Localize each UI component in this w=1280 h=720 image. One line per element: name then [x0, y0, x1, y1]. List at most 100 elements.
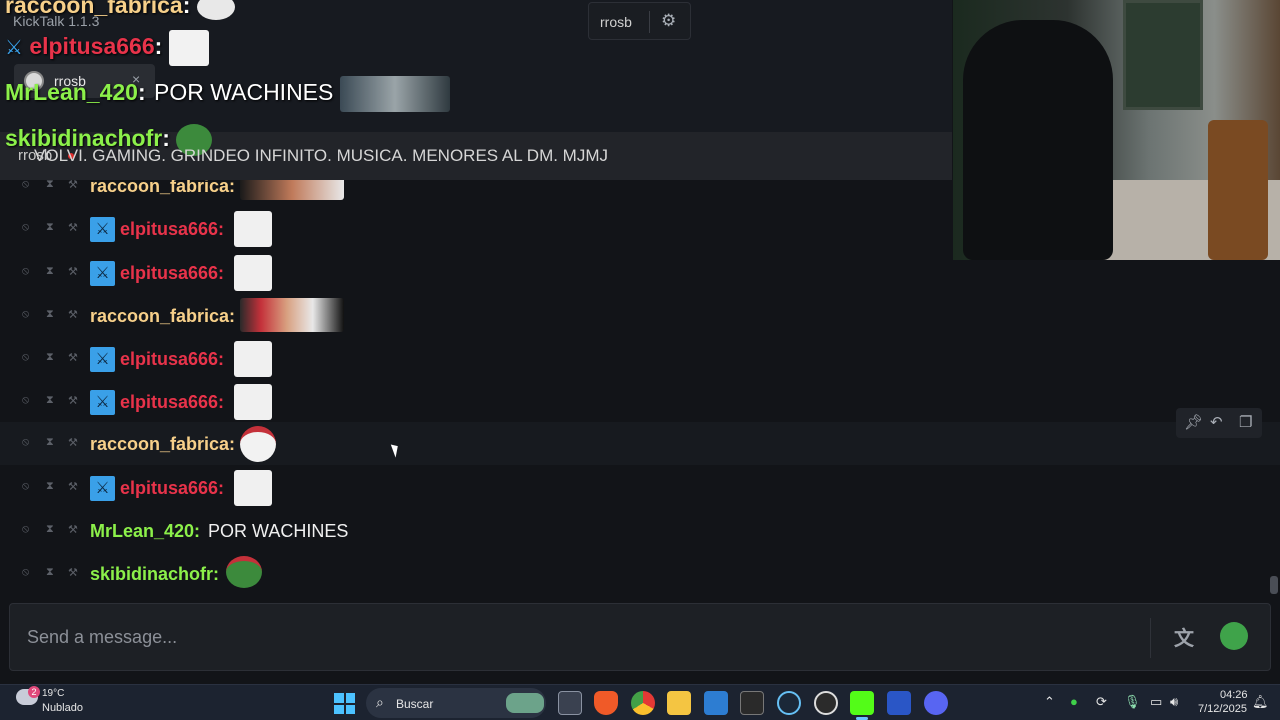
reply-icon[interactable]: ↶	[1210, 413, 1223, 431]
notification-badge: 2	[28, 686, 40, 698]
moderator-badge-icon: ⚔	[90, 390, 115, 415]
app-launcher-icon[interactable]	[887, 691, 911, 715]
chat-scrollbar[interactable]	[1270, 576, 1278, 594]
ban-icon[interactable]: ⦸	[22, 523, 29, 536]
chat-username[interactable]: elpitusa666:	[120, 478, 224, 499]
chat-emote	[226, 556, 262, 588]
task-view-icon[interactable]	[558, 691, 582, 715]
timeout-icon[interactable]: ⧗	[46, 221, 54, 234]
timeout-icon[interactable]: ⧗	[46, 265, 54, 278]
message-actions: 📌︎ ↶ ❐	[1176, 408, 1262, 438]
timeout-icon[interactable]: ⧗	[46, 436, 54, 449]
pin-icon[interactable]: 📌︎	[1184, 413, 1203, 431]
weather-temperature[interactable]: 19°C	[42, 688, 64, 699]
emote-picker-icon[interactable]	[1220, 622, 1248, 650]
notification-bell-icon[interactable]: 🔔︎	[1252, 694, 1269, 710]
chat-username[interactable]: raccoon_fabrica:	[90, 180, 235, 197]
chat-message-list[interactable]: ⦸ ⧗ ⚒ raccoon_fabrica: ⦸ ⧗ ⚒ ⚔ elpitusa6…	[0, 180, 1280, 600]
chat-username[interactable]: elpitusa666:	[120, 392, 224, 413]
overlay-chat-line: ⚔ elpitusa666:	[5, 30, 209, 66]
chevron-up-icon[interactable]: ⌃	[1044, 694, 1055, 710]
channel-switcher[interactable]: rrosb ⚙	[588, 2, 691, 40]
weather-description[interactable]: Nublado	[42, 702, 83, 714]
epic-games-icon[interactable]	[740, 691, 764, 715]
header: raccoon_fabrica: KickTalk 1.1.3 ⚔ elpitu…	[0, 0, 952, 180]
overlay-chat-line: MrLean_420: POR WACHINES	[5, 76, 450, 112]
status-dot-icon[interactable]: ●	[1070, 694, 1078, 709]
speaker-icon[interactable]: 🔊︎	[1170, 694, 1178, 710]
ban-icon[interactable]: ⦸	[22, 480, 29, 493]
gavel-icon[interactable]: ⚒	[68, 351, 78, 364]
mod-tools: ⦸ ⧗ ⚒	[22, 351, 82, 367]
gavel-icon[interactable]: ⚒	[68, 480, 78, 493]
ban-icon[interactable]: ⦸	[22, 308, 29, 321]
ban-icon[interactable]: ⦸	[22, 351, 29, 364]
overlay-username: elpitusa666	[29, 33, 155, 60]
moderator-badge-icon: ⚔	[90, 347, 115, 372]
timeout-icon[interactable]: ⧗	[46, 308, 54, 321]
chat-username[interactable]: elpitusa666:	[120, 349, 224, 370]
file-explorer-icon[interactable]	[667, 691, 691, 715]
chat-message: ⦸ ⧗ ⚒ ⚔ elpitusa666:	[0, 466, 1280, 509]
kicktalk-app-icon[interactable]	[850, 691, 874, 715]
discord-icon[interactable]	[924, 691, 948, 715]
steam-icon[interactable]	[777, 691, 801, 715]
message-input[interactable]	[10, 604, 1150, 670]
mod-tools: ⦸ ⧗ ⚒	[22, 265, 82, 281]
sync-icon[interactable]: ⟳	[1096, 694, 1107, 710]
chat-username[interactable]: raccoon_fabrica:	[90, 434, 235, 455]
chat-username[interactable]: elpitusa666:	[120, 219, 224, 240]
windows-start-icon[interactable]	[334, 693, 355, 714]
timeout-icon[interactable]: ⧗	[46, 180, 54, 191]
obs-icon[interactable]	[814, 691, 838, 715]
chat-username[interactable]: skibidinachofr:	[90, 564, 219, 585]
gear-icon[interactable]: ⚙	[661, 11, 676, 31]
gavel-icon[interactable]: ⚒	[68, 523, 78, 536]
chat-emote	[234, 470, 272, 506]
ban-icon[interactable]: ⦸	[22, 180, 29, 191]
gavel-icon[interactable]: ⚒	[68, 308, 78, 321]
gavel-icon[interactable]: ⚒	[68, 566, 78, 579]
gavel-icon[interactable]: ⚒	[68, 436, 78, 449]
ban-icon[interactable]: ⦸	[22, 394, 29, 407]
chat-username[interactable]: elpitusa666:	[120, 263, 224, 284]
network-icon[interactable]: ▭	[1150, 694, 1162, 710]
chat-message-text: POR WACHINES	[208, 521, 349, 541]
gavel-icon[interactable]: ⚒	[68, 221, 78, 234]
chat-emote	[234, 211, 272, 247]
microsoft-store-icon[interactable]	[704, 691, 728, 715]
chat-username[interactable]: raccoon_fabrica:	[90, 306, 235, 327]
chrome-icon[interactable]	[631, 691, 655, 715]
copy-icon[interactable]: ❐	[1239, 413, 1252, 431]
timeout-icon[interactable]: ⧗	[46, 351, 54, 364]
timeout-icon[interactable]: ⧗	[46, 480, 54, 493]
gavel-icon[interactable]: ⚒	[68, 394, 78, 407]
chat-message: ⦸ ⧗ ⚒ raccoon_fabrica:	[0, 294, 1280, 337]
taskbar: 2 19°C Nublado ⌕ Buscar ⌃ ● ⟳ 🎙︎ ▭ 🔊︎ 04…	[0, 684, 1280, 720]
ban-icon[interactable]: ⦸	[22, 436, 29, 449]
webcam-window-bg	[1123, 0, 1203, 110]
moderator-badge-icon: ⚔	[90, 217, 115, 242]
brave-browser-icon[interactable]	[594, 691, 618, 715]
chat-emote	[240, 180, 344, 200]
clock-time[interactable]: 04:26	[1220, 689, 1248, 701]
timeout-icon[interactable]: ⧗	[46, 523, 54, 536]
overlay-emote	[168, 30, 209, 66]
clock-date[interactable]: 7/12/2025	[1198, 703, 1247, 715]
chat-username[interactable]: MrLean_420:	[90, 521, 200, 542]
mod-tools: ⦸ ⧗ ⚒	[22, 436, 82, 452]
gavel-icon[interactable]: ⚒	[68, 265, 78, 278]
search-icon: ⌕	[376, 694, 384, 710]
translate-icon[interactable]: 文	[1174, 622, 1204, 652]
overlay-username: MrLean_420	[5, 79, 138, 106]
ban-icon[interactable]: ⦸	[22, 221, 29, 234]
timeout-icon[interactable]: ⧗	[46, 566, 54, 579]
microphone-icon[interactable]: 🎙︎	[1124, 694, 1141, 710]
ban-icon[interactable]: ⦸	[22, 265, 29, 278]
chat-message: ⦸ ⧗ ⚒ skibidinachofr:	[0, 552, 1280, 595]
gavel-icon[interactable]: ⚒	[68, 180, 78, 191]
timeout-icon[interactable]: ⧗	[46, 394, 54, 407]
ban-icon[interactable]: ⦸	[22, 566, 29, 579]
chat-message-hovered: ⦸ ⧗ ⚒ raccoon_fabrica:	[0, 422, 1280, 465]
taskbar-search[interactable]: ⌕ Buscar	[366, 688, 546, 718]
